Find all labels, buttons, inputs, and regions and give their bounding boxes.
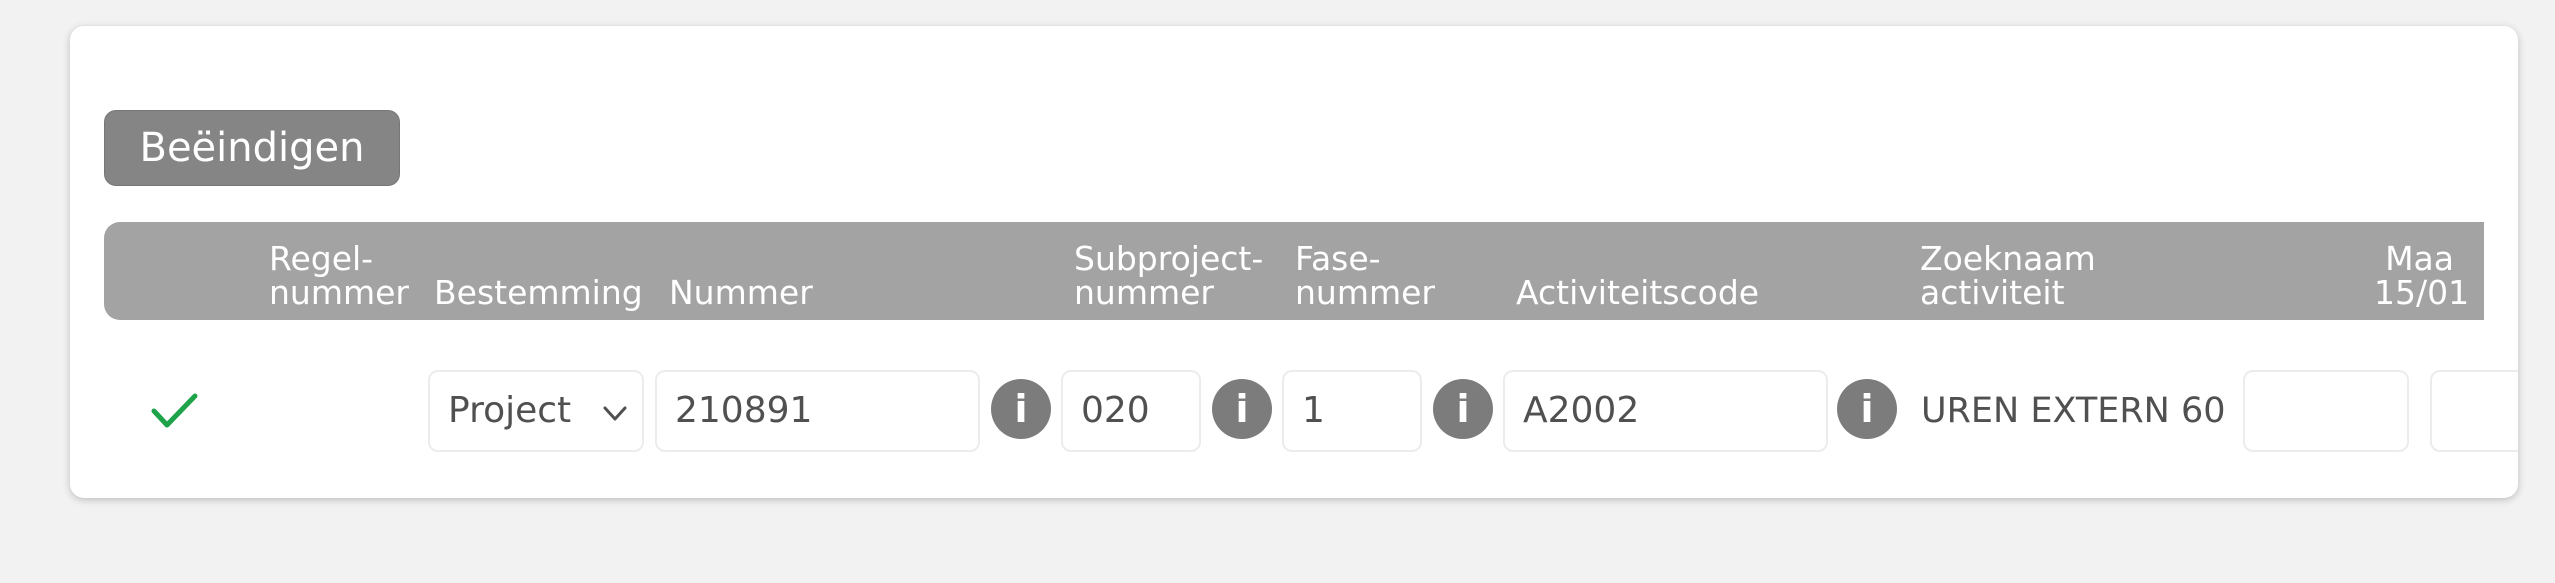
header-regelnummer: Regel- nummer	[269, 239, 409, 312]
bestemming-value: Project	[448, 390, 572, 431]
header-nummer: Nummer	[669, 273, 813, 312]
nummer-info-icon[interactable]: i	[991, 379, 1051, 439]
header-subprojectnummer: Subproject- nummer	[1074, 239, 1264, 312]
chevron-down-icon	[603, 406, 627, 421]
header-zoeknaam-activiteit: Zoeknaam activiteit	[1920, 239, 2096, 312]
header-fasenummer: Fase- nummer	[1295, 239, 1435, 312]
table-header: Regel- nummer Bestemming Nummer Subproje…	[104, 222, 2484, 320]
activiteitscode-input[interactable]: A2002	[1503, 370, 1828, 452]
header-bestemming: Bestemming	[434, 273, 643, 312]
subprojectnummer-input[interactable]: 020	[1061, 370, 1201, 452]
hours-monday-input[interactable]	[2243, 370, 2409, 452]
subprojectnummer-info-icon[interactable]: i	[1212, 379, 1272, 439]
end-button[interactable]: Beëindigen	[104, 110, 400, 186]
bestemming-select[interactable]: Project	[428, 370, 644, 452]
zoeknaam-activiteit-value: UREN EXTERN 60	[1921, 391, 2226, 431]
table-row: Project 210891 i 020 i 1 i A2002 i UREN …	[70, 356, 2518, 466]
checkmark-icon	[151, 393, 198, 428]
activiteitscode-info-icon[interactable]: i	[1837, 379, 1897, 439]
timesheet-card: Beëindigen Regel- nummer Bestemming Numm…	[70, 26, 2518, 498]
fasenummer-info-icon[interactable]: i	[1433, 379, 1493, 439]
header-maandag: Maa 15/01	[2374, 239, 2470, 312]
fasenummer-input[interactable]: 1	[1282, 370, 1422, 452]
header-activiteitscode: Activiteitscode	[1516, 273, 1760, 312]
nummer-input[interactable]: 210891	[655, 370, 980, 452]
hours-next-day-input[interactable]	[2430, 370, 2518, 452]
